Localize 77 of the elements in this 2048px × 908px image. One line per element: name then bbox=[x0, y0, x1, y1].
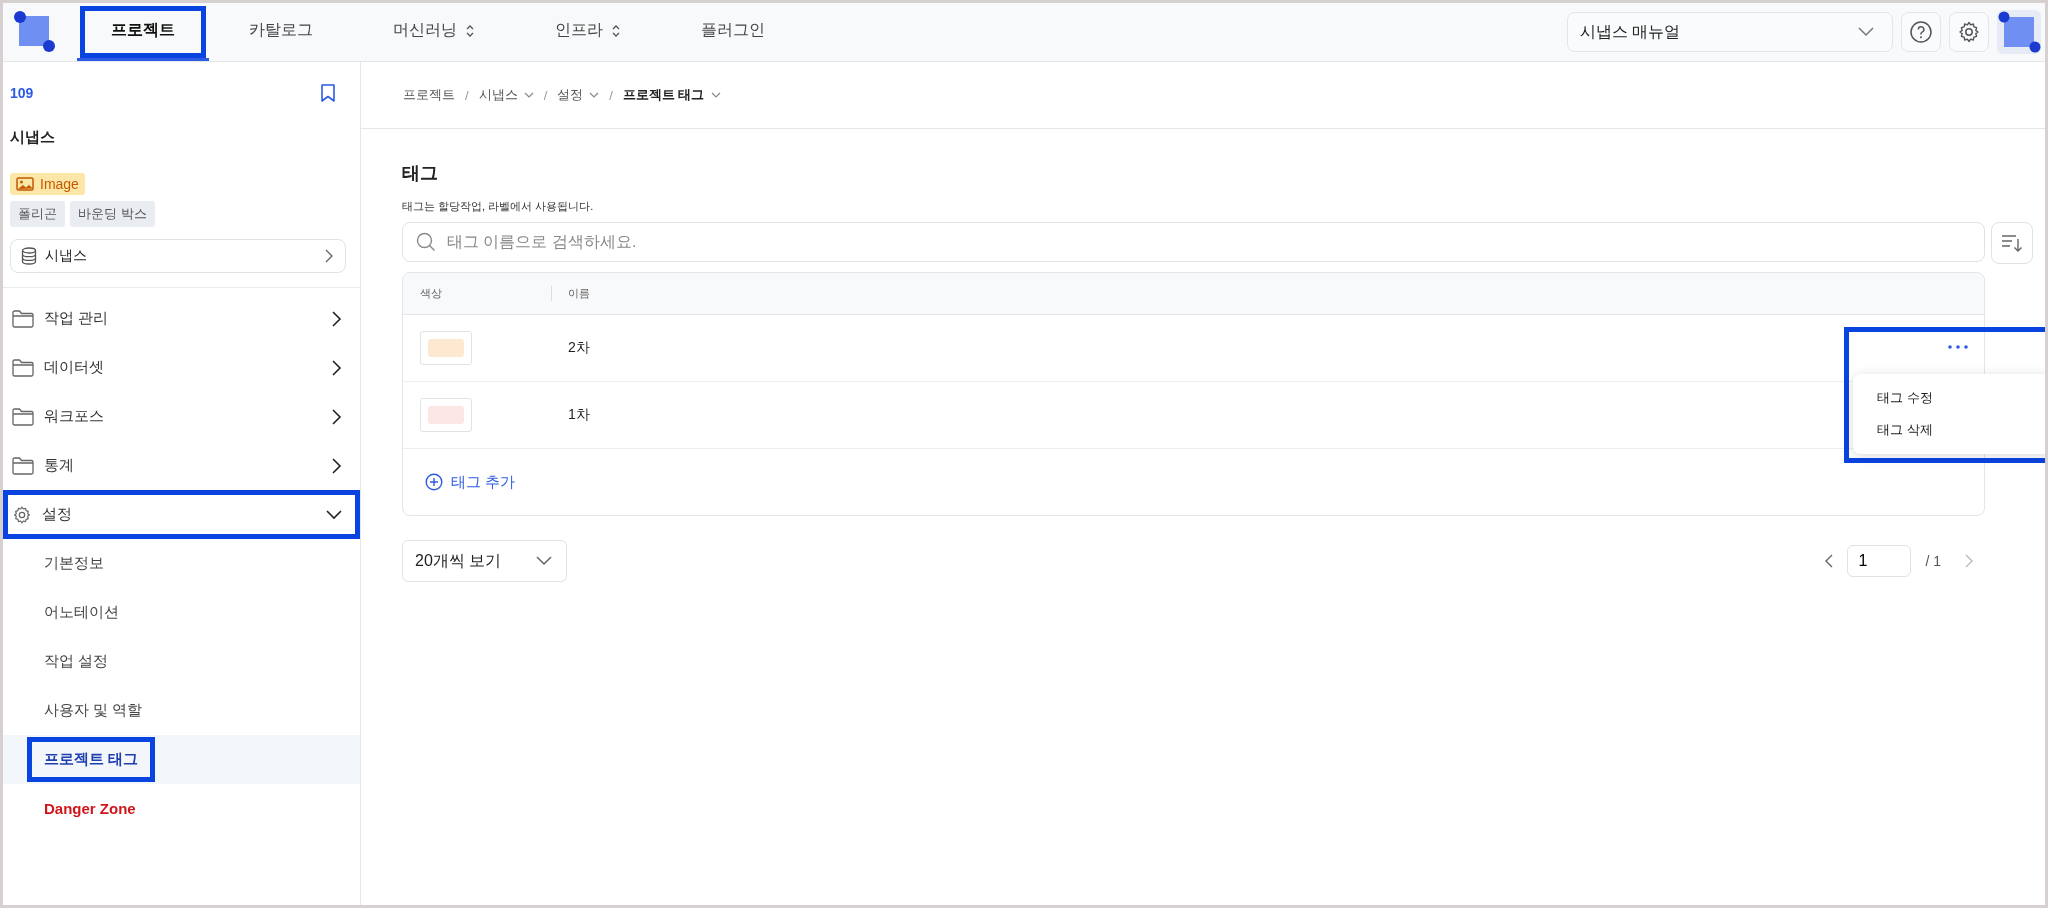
dataset-selector[interactable]: 시냅스 bbox=[10, 239, 346, 273]
sidebar-item[interactable]: 데이터셋 bbox=[3, 343, 360, 392]
image-icon bbox=[16, 177, 34, 191]
up-down-chevron-icon bbox=[465, 23, 475, 38]
sidebar-item[interactable]: 설정 bbox=[3, 490, 360, 539]
sidebar-item[interactable]: 작업 관리 bbox=[3, 294, 360, 343]
page-size-select[interactable]: 20개씩 보기 bbox=[402, 540, 567, 582]
color-swatch[interactable] bbox=[420, 398, 472, 432]
chevron-down-icon bbox=[710, 92, 721, 98]
project-id: 109 bbox=[10, 85, 34, 101]
column-header: 색상 bbox=[419, 286, 443, 301]
chevron-down-icon bbox=[326, 509, 342, 520]
sort-icon bbox=[2001, 233, 2023, 253]
nav-tab[interactable]: 머신러닝 bbox=[353, 3, 515, 61]
chevron-down-icon bbox=[589, 92, 600, 98]
logo-icon bbox=[13, 10, 57, 54]
sidebar-subitem[interactable]: 작업 설정 bbox=[30, 642, 123, 681]
manual-select[interactable]: 시냅스 매뉴얼 bbox=[1567, 12, 1893, 52]
search-icon bbox=[416, 232, 436, 252]
nav-tab[interactable]: 인프라 bbox=[515, 3, 661, 61]
page-input[interactable]: 1 bbox=[1847, 545, 1912, 577]
sidebar-subitem[interactable]: 기본정보 bbox=[30, 544, 118, 583]
add-circle-icon bbox=[425, 473, 443, 491]
settings-button[interactable] bbox=[1949, 12, 1989, 52]
more-icon[interactable] bbox=[1948, 345, 1968, 349]
search-field[interactable]: 태그 이름으로 검색하세요. bbox=[402, 222, 1985, 262]
menu-item[interactable]: 태그 수정 bbox=[1853, 382, 2045, 414]
nav-tab[interactable]: 플러그인 bbox=[661, 3, 805, 61]
sidebar-subitem[interactable]: 사용자 및 역할 bbox=[30, 691, 157, 730]
help-button[interactable] bbox=[1901, 12, 1941, 52]
data-type-badge: Image bbox=[10, 173, 85, 195]
menu-item[interactable]: 태그 삭제 bbox=[1853, 414, 2045, 446]
breadcrumb-link[interactable]: 시냅스 bbox=[478, 86, 534, 104]
chevron-right-icon bbox=[332, 310, 342, 327]
chevron-right-icon bbox=[325, 249, 333, 263]
page-total: / 1 bbox=[1925, 553, 1941, 569]
nav-tab[interactable]: 프로젝트 bbox=[77, 3, 209, 61]
settings-icon bbox=[1957, 20, 1981, 44]
chevron-down-icon bbox=[536, 556, 552, 566]
previous-page-icon[interactable] bbox=[1825, 554, 1834, 568]
tag-name: 2차 bbox=[567, 339, 590, 357]
breadcrumb-separator: / bbox=[609, 87, 613, 103]
nav-tab[interactable]: 카탈로그 bbox=[209, 3, 353, 61]
sidebar-item[interactable]: 통계 bbox=[3, 441, 360, 490]
up-down-chevron-icon bbox=[611, 23, 621, 38]
tag-name: 1차 bbox=[567, 406, 590, 424]
chevron-right-icon bbox=[332, 408, 342, 425]
breadcrumb-link[interactable]: 설정 bbox=[557, 86, 600, 104]
sort-button[interactable] bbox=[1991, 222, 2033, 264]
sidebar-subitem[interactable]: Danger Zone bbox=[30, 790, 150, 827]
sidebar-subitem[interactable]: 어노테이션 bbox=[30, 593, 133, 632]
breadcrumb-separator: / bbox=[543, 87, 548, 103]
settings-icon bbox=[12, 504, 32, 525]
folder-icon bbox=[12, 358, 34, 377]
avatar-icon[interactable] bbox=[1997, 10, 2041, 54]
database-icon bbox=[21, 247, 37, 265]
chevron-down-icon bbox=[523, 92, 534, 98]
folder-icon bbox=[12, 309, 34, 328]
add-tag-link[interactable]: 태그 추가 bbox=[425, 472, 516, 492]
section-description: 태그는 할당작업, 라벨에서 사용됩니다. bbox=[402, 199, 595, 214]
chevron-right-icon bbox=[332, 457, 342, 474]
folder-icon bbox=[12, 407, 34, 426]
breadcrumb-link[interactable]: 프로젝트 태그 bbox=[622, 86, 721, 104]
color-swatch[interactable] bbox=[420, 331, 472, 365]
folder-icon bbox=[12, 456, 34, 475]
breadcrumb-link[interactable]: 프로젝트 bbox=[403, 86, 455, 104]
help-icon bbox=[1909, 20, 1933, 44]
section-title: 태그 bbox=[402, 162, 439, 185]
bookmark-icon[interactable] bbox=[320, 84, 336, 102]
sidebar-item[interactable]: 워크포스 bbox=[3, 392, 360, 441]
chevron-right-icon bbox=[332, 359, 342, 376]
column-header: 이름 bbox=[551, 286, 590, 301]
breadcrumb-separator: / bbox=[465, 87, 469, 103]
annotation-type-tag: 바운딩 박스 bbox=[70, 201, 155, 227]
annotation-type-tag: 폴리곤 bbox=[10, 201, 65, 227]
project-title: 시냅스 bbox=[10, 128, 56, 147]
chevron-down-icon bbox=[1858, 27, 1874, 37]
